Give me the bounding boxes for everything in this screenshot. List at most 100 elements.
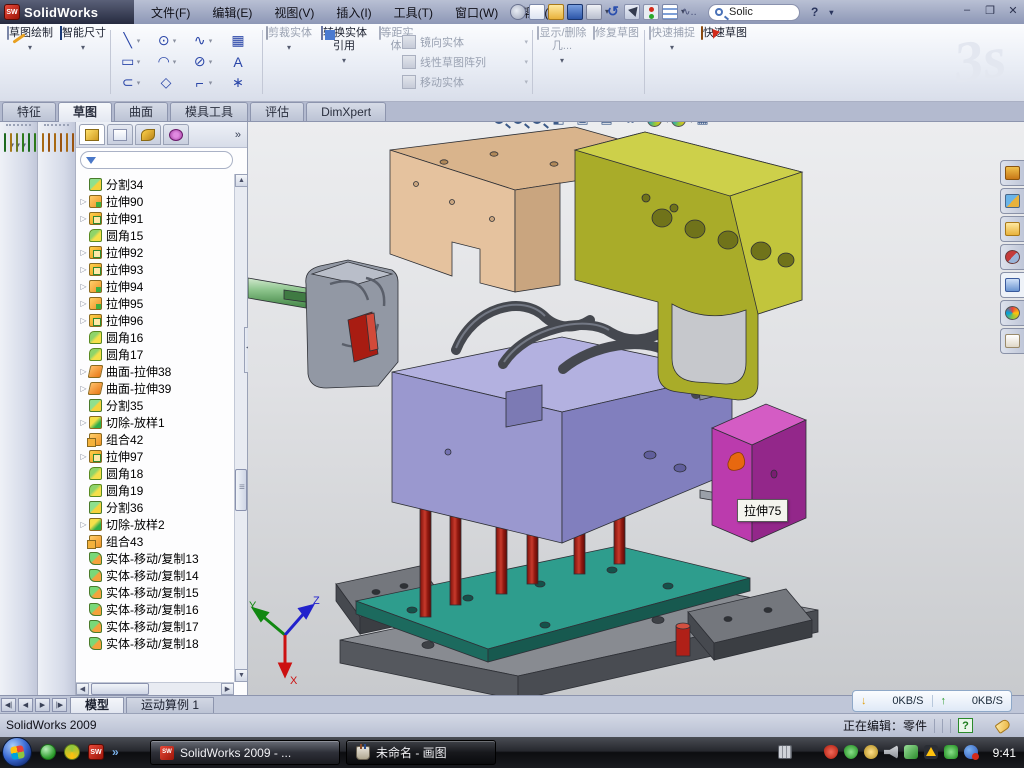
view-tool-icon[interactable]: ▦ (695, 122, 710, 127)
sketch-entity-icon[interactable]: ⌐ (184, 72, 220, 93)
scrollbar-thumb[interactable] (235, 469, 247, 511)
tree-item[interactable]: 实体-移动/复制18 (76, 635, 234, 652)
mold-tool-icon[interactable] (54, 133, 56, 152)
scroll-left-icon[interactable]: ◀ (76, 683, 89, 695)
tree-item[interactable]: 拉伸97 (76, 448, 234, 465)
tray-icon[interactable] (924, 745, 938, 759)
sketch-button[interactable]: 草图绘制 ▾ (4, 27, 56, 99)
graphics-viewport[interactable]: Y Z X ◧▣▤∞▦ – ❐ ✕ 拉伸75 (248, 122, 1024, 695)
tree-item[interactable]: 实体-移动/复制16 (76, 601, 234, 618)
convert-entities-button[interactable]: 转换实体引用 ▾ (316, 27, 372, 99)
expand-arrow-icon[interactable] (78, 418, 89, 427)
quick-launch-icon[interactable] (40, 744, 56, 760)
expand-arrow-icon[interactable] (78, 282, 89, 291)
expand-arrow-icon[interactable] (78, 265, 89, 274)
ribbon-tab[interactable]: 曲面 (114, 102, 168, 121)
ribbon-tab[interactable]: 评估 (250, 102, 304, 121)
feature-tool-icon[interactable] (22, 133, 24, 152)
scrollbar-thumb[interactable] (91, 683, 149, 695)
quick-snaps-button[interactable]: 快速捕捉 ▾ (648, 27, 696, 99)
sketch-entity-icon[interactable]: ◇ (148, 72, 184, 93)
mold-tool-icon[interactable] (60, 133, 62, 152)
tree-item[interactable]: 拉伸91 (76, 210, 234, 227)
mold-tool-icon[interactable] (66, 133, 68, 152)
trim-entities-button[interactable]: 剪裁实体 ▾ (266, 27, 312, 99)
sketch-entity-icon[interactable]: ∗ (220, 72, 256, 93)
tree-item[interactable]: 组合42 (76, 431, 234, 448)
mold-tool-icon[interactable] (42, 133, 44, 152)
view-tool-icon[interactable] (494, 122, 504, 124)
tree-item[interactable]: 圆角17 (76, 346, 234, 363)
toolbar-icon[interactable] (510, 4, 526, 20)
expand-arrow-icon[interactable] (78, 248, 89, 257)
quick-launch-icon[interactable]: SW (88, 744, 104, 760)
toolbar-icon[interactable] (529, 4, 545, 20)
smart-dimension-button[interactable]: 智能尺寸 ▾ (58, 27, 108, 99)
sketch-entity-icon[interactable]: ⊘ (184, 51, 220, 72)
taskbar-button-paint[interactable]: 未命名 - 画图 (346, 740, 496, 765)
tree-item[interactable]: 分割35 (76, 397, 234, 414)
tree-item[interactable]: 实体-移动/复制15 (76, 584, 234, 601)
tree-item[interactable]: 拉伸90 (76, 193, 234, 210)
start-button[interactable] (2, 737, 32, 767)
scroll-down-icon[interactable]: ▼ (235, 669, 248, 682)
tag-icon[interactable] (994, 717, 1011, 733)
search-box[interactable] (708, 4, 800, 21)
ribbon-tab[interactable]: 模具工具 (170, 102, 248, 121)
task-pane-tab[interactable] (1000, 188, 1024, 214)
tab-scroll-button[interactable]: |▶ (52, 698, 67, 712)
tree-horizontal-scrollbar[interactable]: ◀ ▶ (76, 682, 234, 695)
model-tab[interactable]: 模型 (70, 697, 124, 713)
tree-vertical-scrollbar[interactable]: ▲ ▼ (234, 174, 247, 682)
feature-tool-icon[interactable] (16, 133, 18, 152)
close-button[interactable]: ✕ (1006, 4, 1020, 17)
tray-icon[interactable] (884, 745, 898, 759)
tree-item[interactable]: 拉伸94 (76, 278, 234, 295)
task-pane-tab[interactable] (1000, 272, 1024, 298)
tree-item[interactable]: 圆角19 (76, 482, 234, 499)
expand-arrow-icon[interactable] (78, 316, 89, 325)
view-tool-icon[interactable]: ▣ (575, 122, 590, 127)
menu-item[interactable]: 工具(T) (383, 4, 444, 21)
mirror-entities-button[interactable]: 镜向实体 (402, 32, 528, 52)
mold-tool-icon[interactable] (48, 133, 50, 152)
task-pane-tab[interactable] (1000, 328, 1024, 354)
tree-item[interactable]: 拉伸96 (76, 312, 234, 329)
feature-tool-icon[interactable] (28, 133, 30, 152)
menu-item[interactable]: 文件(F) (140, 4, 201, 21)
toolbar-icon[interactable]: ∿.. (681, 4, 697, 20)
tree-item[interactable]: 曲面-拉伸39 (76, 380, 234, 397)
tray-icon[interactable] (964, 745, 978, 759)
tray-icon[interactable] (904, 745, 918, 759)
tab-scroll-button[interactable]: ◀| (1, 698, 16, 712)
toolbar-icon[interactable] (586, 4, 602, 20)
sketch-entity-icon[interactable]: ▦ (220, 30, 256, 51)
tree-item[interactable]: 圆角15 (76, 227, 234, 244)
configuration-manager-tab[interactable] (135, 124, 161, 145)
tree-filter-box[interactable] (80, 151, 233, 169)
tray-icon[interactable] (864, 745, 878, 759)
sketch-entity-icon[interactable]: ⊙ (148, 30, 184, 51)
view-tool-icon[interactable] (671, 122, 686, 127)
tree-item[interactable]: 实体-移动/复制13 (76, 550, 234, 567)
tree-item[interactable]: 分割34 (76, 176, 234, 193)
minimize-button[interactable]: – (960, 4, 974, 17)
feature-tool-icon[interactable] (10, 133, 12, 152)
sketch-entity-icon[interactable]: ∿ (184, 30, 220, 51)
repair-sketch-button[interactable]: 修复草图 (592, 27, 640, 99)
expand-arrow-icon[interactable] (78, 197, 89, 206)
view-tool-icon[interactable]: ▤ (599, 122, 614, 127)
model-gray-clamp[interactable] (306, 260, 398, 388)
toolbar-icon[interactable] (662, 4, 678, 20)
property-manager-tab[interactable] (107, 124, 133, 145)
task-pane-tab[interactable] (1000, 160, 1024, 186)
expand-arrow-icon[interactable] (78, 452, 89, 461)
sketch-entity-icon[interactable]: ╲ (112, 30, 148, 51)
tree-item[interactable]: 圆角16 (76, 329, 234, 346)
expand-arrow-icon[interactable] (78, 214, 89, 223)
view-tool-icon[interactable]: ◧ (551, 122, 566, 127)
tree-item[interactable]: 实体-移动/复制17 (76, 618, 234, 635)
doc-close-button[interactable]: ✕ (1005, 122, 1014, 125)
ribbon-tab[interactable]: 草图 (58, 102, 112, 122)
tray-icon[interactable] (944, 745, 958, 759)
